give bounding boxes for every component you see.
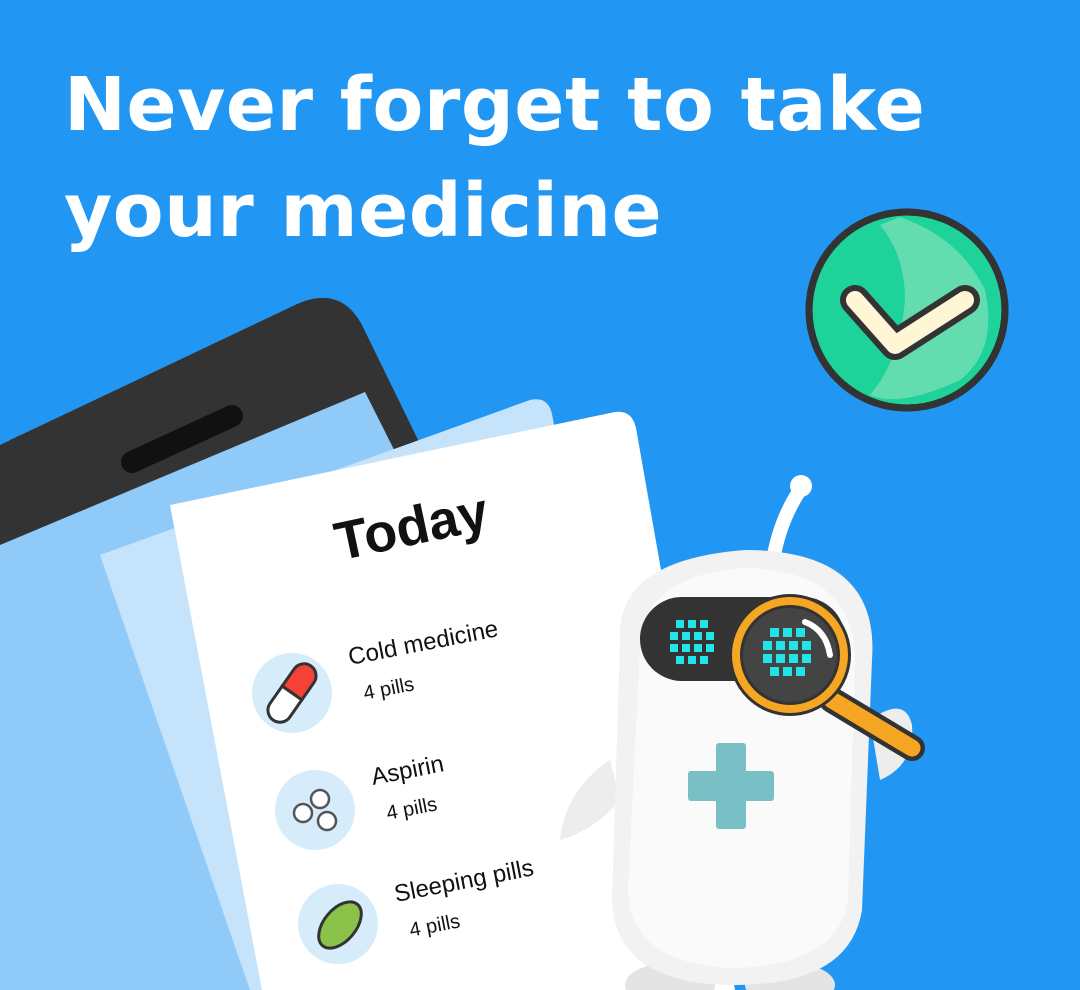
tablets-icon-bg: [275, 770, 355, 850]
illustration: Today Cold medicine 4 pills Aspirin 4 pi…: [0, 208, 1009, 990]
check-badge-icon: [805, 208, 1009, 412]
robot-antenna: [766, 483, 807, 567]
promo-banner: Never forget to take your medicine Today: [0, 0, 1080, 990]
robot-antenna-tip: [790, 475, 812, 497]
